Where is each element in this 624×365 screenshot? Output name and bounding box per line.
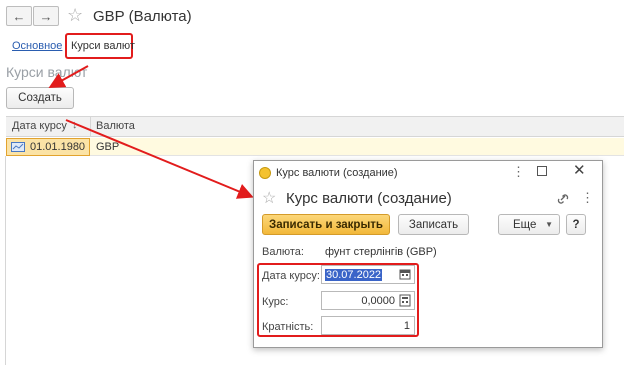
arrow-to-create: [48, 65, 89, 88]
app-icon: [259, 167, 271, 179]
arrow-to-dialog: [65, 119, 254, 199]
date-label: Дата курсу:: [262, 270, 320, 282]
save-button[interactable]: Записать: [398, 214, 469, 235]
more-label: Еще: [513, 218, 537, 231]
dialog-favorite-star-icon[interactable]: ☆: [262, 188, 276, 208]
dialog-heading: Курс валюти (создание): [286, 190, 452, 207]
dialog-window-title: Курс валюти (создание): [276, 167, 398, 179]
close-icon[interactable]: ✕: [573, 161, 586, 179]
rate-value: 0,0000: [361, 294, 395, 307]
chevron-down-icon: ▼: [545, 220, 553, 229]
calculator-icon[interactable]: [399, 294, 411, 307]
multiplicity-value: 1: [403, 319, 410, 332]
currency-value: фунт стерлінгів (GBP): [325, 246, 437, 258]
rate-label: Курс:: [262, 296, 289, 308]
multiplicity-label: Кратність:: [262, 321, 314, 333]
calendar-icon[interactable]: [399, 268, 411, 280]
currency-label: Валюта:: [262, 246, 304, 258]
maximize-icon[interactable]: [537, 166, 547, 176]
more-options-icon[interactable]: ⋮: [512, 164, 525, 180]
multiplicity-field[interactable]: 1: [321, 316, 415, 335]
date-value: 30.07.2022: [325, 268, 383, 281]
save-and-close-button[interactable]: Записать и закрыть: [262, 214, 390, 235]
help-button[interactable]: ?: [566, 214, 586, 235]
dialog-menu-icon[interactable]: ⋮: [581, 190, 594, 206]
more-dropdown-button[interactable]: Еще ▼: [498, 214, 560, 235]
link-icon[interactable]: [556, 193, 570, 205]
